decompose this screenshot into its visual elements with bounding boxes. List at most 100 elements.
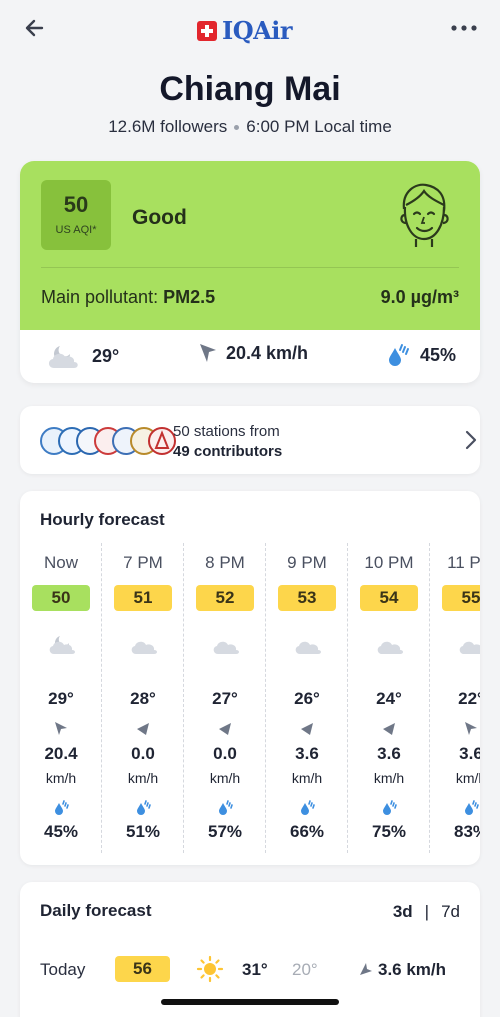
hourly-humidity: 51% [125,822,161,841]
hourly-item: 11 PM 55 22° 3.6 km/h 83% [430,543,480,853]
humidity-drop-icon [55,800,69,815]
main-pollutant: Main pollutant: PM2.5 [41,287,215,308]
hourly-humidity: 75% [371,822,407,841]
stations-card[interactable]: 50 stations from 49 contributors [20,406,480,474]
hourly-item: 7 PM 51 28° 0.0 km/h 51% [102,543,184,853]
hourly-aqi-badge: 54 [360,585,418,611]
weather-humidity-value: 45% [420,344,457,365]
humidity-drop-icon [465,800,479,815]
toggle-separator: | [424,902,430,921]
pollutant-name: PM2.5 [163,287,216,307]
chevron-right-icon[interactable] [462,428,480,452]
brand-name: IQAir [222,16,293,45]
wind-direction-icon [137,723,149,735]
hourly-temp: 27° [212,689,238,708]
humidity-drop-icon [301,800,315,815]
wind-direction-icon [219,723,231,735]
humidity-drop-icon [219,800,233,815]
daily-row[interactable]: Today 56 31° 20° 3.6 km/h [20,954,480,984]
hourly-time: 8 PM [205,553,245,572]
wind-direction-icon [360,963,372,975]
partly-cloudy-night-icon [48,346,78,368]
weather-temp: 29° [44,342,119,370]
aqi-divider [41,267,459,268]
hourly-forecast-title: Hourly forecast [40,510,165,529]
daily-forecast-card[interactable]: Daily forecast 3d | 7d Today 56 31° 20° … [20,882,480,1017]
weather-row: 29° 20.4 km/h 45% [20,330,480,383]
cloud-icon [459,641,480,654]
hourly-time: 7 PM [123,553,163,572]
sun-icon [196,955,224,983]
daily-aqi-badge: 56 [115,956,170,982]
hourly-wind-speed: 0.0 [131,744,155,763]
toggle-7d[interactable]: 7d [441,902,460,922]
hourly-forecast-card[interactable]: Hourly forecast Now 50 29° 20.4 km/h 45% 7 PM 5… [20,491,480,865]
hourly-time: Now [43,553,78,572]
hourly-item: Now 50 29° 20.4 km/h 45% [20,543,102,853]
hourly-wind-unit: km/h [45,770,77,786]
wind-direction-icon [465,722,477,735]
hourly-wind-unit: km/h [127,770,159,786]
happy-face-icon [400,183,449,247]
hourly-temp: 29° [48,689,74,708]
top-bar: IQAir [0,0,500,58]
local-time: 6:00 PM Local time [246,117,392,136]
back-arrow-icon[interactable] [20,12,52,44]
humidity-drop-icon [389,344,409,366]
hourly-time: 11 PM [447,553,480,572]
weather-humidity: 45% [386,342,456,368]
city-title: Chiang Mai [159,70,341,108]
daily-forecast-title: Daily forecast [40,901,152,920]
hourly-time: 10 PM [364,553,414,572]
pollutant-label: Main pollutant: [41,287,164,307]
stations-summary: 50 stations from 49 contributors [173,422,282,462]
hourly-wind-unit: km/h [291,770,323,786]
hourly-wind-unit: km/h [373,770,405,786]
hourly-aqi-badge: 51 [114,585,172,611]
humidity-drop-icon [137,800,151,815]
hourly-aqi-badge: 53 [278,585,336,611]
more-options-icon[interactable] [448,15,480,41]
home-indicator[interactable] [161,999,339,1005]
wind-direction-icon [55,722,67,735]
humidity-drop-icon [383,800,397,815]
hourly-temp: 24° [376,689,402,708]
hourly-item: 8 PM 52 27° 0.0 km/h 57% [184,543,266,853]
hourly-aqi-badge: 55 [442,585,480,611]
separator-dot [234,125,240,131]
weather-wind-value: 20.4 km/h [226,342,309,363]
hourly-wind-speed: 0.0 [213,744,237,763]
hourly-wind-speed: 3.6 [459,744,480,763]
swiss-cross-icon [197,20,217,41]
forecast-range-toggle: 3d | 7d [393,902,460,922]
hourly-wind-speed: 3.6 [377,744,401,763]
aqi-badge: 50 US AQI* [41,180,111,250]
daily-high-temp: 31° [242,960,268,979]
hourly-aqi-badge: 52 [196,585,254,611]
weather-wind: 20.4 km/h [198,342,308,364]
followers-count: 12.6M followers [108,117,228,136]
hourly-temp: 26° [294,689,320,708]
aqi-panel: 50 US AQI* Good Main pollutant: PM2.5 9.… [20,161,480,330]
hourly-humidity: 57% [207,822,243,841]
city-meta: 12.6M followers 6:00 PM Local time [0,117,500,137]
weather-temp-value: 29° [92,345,120,366]
contributors-count: 49 contributors [173,443,283,460]
hourly-humidity: 66% [289,822,325,841]
contributor-logos [40,427,176,455]
hourly-wind-unit: km/h [209,770,241,786]
toggle-3d[interactable]: 3d [393,902,413,922]
cloud-icon [213,641,239,654]
hourly-humidity: 83% [453,822,480,841]
cloud-icon [131,641,157,654]
hourly-item: 10 PM 54 24° 3.6 km/h 75% [348,543,430,853]
pollutant-concentration: 9.0 µg/m³ [380,287,459,307]
aqi-card[interactable]: 50 US AQI* Good Main pollutant: PM2.5 9.… [20,161,480,383]
stations-count: 50 stations from [173,423,280,440]
wind-direction-icon [200,344,216,362]
partly-cloudy-night-icon [49,636,75,654]
cloud-icon [377,641,403,654]
daily-day: Today [40,960,86,979]
hourly-item: 9 PM 53 26° 3.6 km/h 66% [266,543,348,853]
wind-direction-icon [383,723,395,735]
